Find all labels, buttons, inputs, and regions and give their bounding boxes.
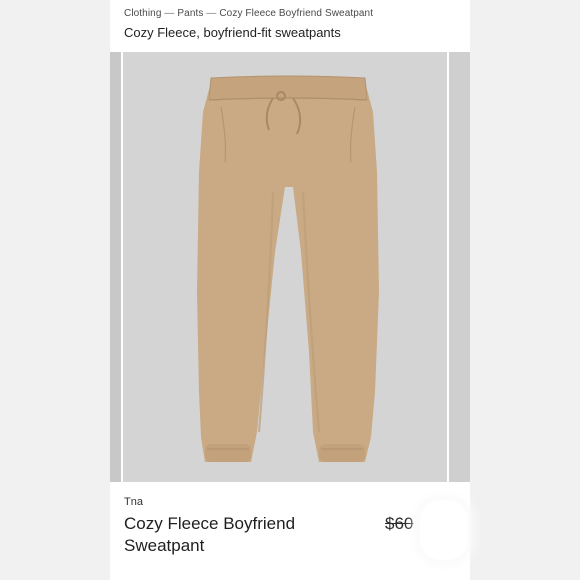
breadcrumb-item-pants[interactable]: Pants: [177, 8, 203, 19]
product-price: $60: [385, 514, 414, 533]
product-subtitle: Cozy Fleece, boyfriend-fit sweatpants: [124, 25, 341, 40]
product-title: Cozy Fleece Boyfriend Sweatpant: [124, 514, 296, 555]
redaction-smudge: [420, 500, 468, 560]
brand-name[interactable]: Tna: [124, 496, 143, 508]
breadcrumb: Clothing — Pants — Cozy Fleece Boyfriend…: [124, 8, 373, 19]
sweatpants-icon: [123, 52, 447, 482]
breadcrumb-separator: —: [206, 8, 217, 19]
breadcrumb-item-product[interactable]: Cozy Fleece Boyfriend Sweatpant: [219, 8, 373, 19]
next-image-peek[interactable]: [449, 52, 470, 482]
image-gallery[interactable]: [110, 52, 470, 482]
previous-image-peek[interactable]: [110, 52, 121, 482]
product-image[interactable]: [123, 52, 447, 482]
breadcrumb-separator: —: [164, 8, 175, 19]
breadcrumb-item-clothing[interactable]: Clothing: [124, 8, 162, 19]
